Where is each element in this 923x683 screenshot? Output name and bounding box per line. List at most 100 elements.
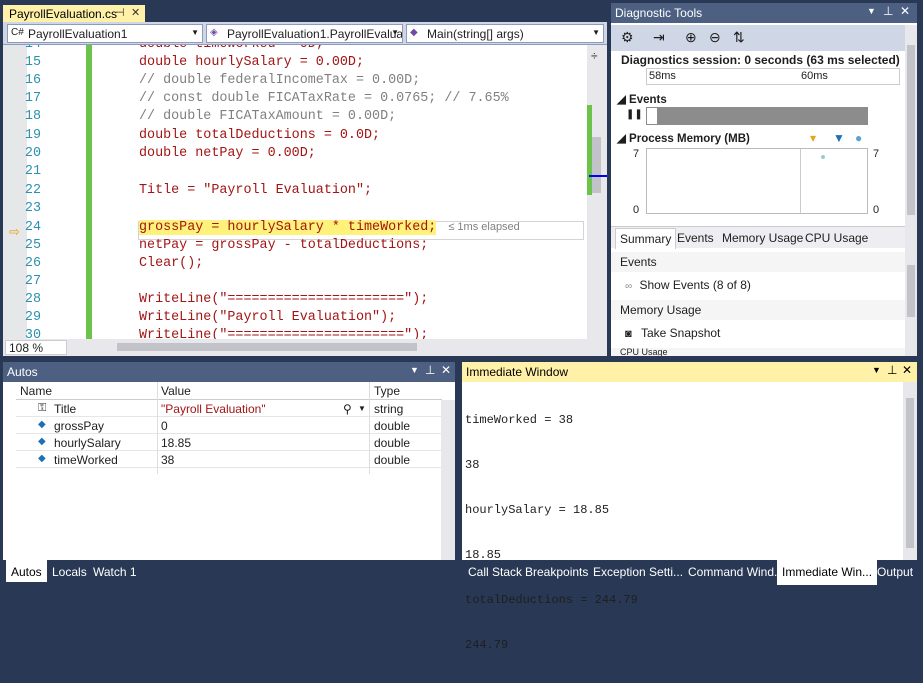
- tab-breakpoints[interactable]: Breakpoints: [520, 563, 593, 581]
- scroll-thumb[interactable]: [592, 137, 601, 193]
- autos-row[interactable]: ◆ grossPay 0 double: [16, 417, 442, 434]
- gc-marker-icon: ▼: [833, 131, 845, 145]
- code-text: // double federalIncomeTax = 0.00D;: [139, 73, 421, 88]
- mem-axis-max-left: 7: [633, 148, 640, 160]
- immediate-scrollbar[interactable]: [903, 382, 917, 560]
- tab-output[interactable]: Output: [872, 563, 918, 581]
- immediate-window-panel: Immediate Window ▼ ⊥ ✕ timeWorked = 38 3…: [462, 362, 917, 652]
- dropdown-arrow-icon[interactable]: ▼: [410, 365, 419, 375]
- zoom-out-icon[interactable]: ⊖: [709, 29, 721, 46]
- zoom-in-icon[interactable]: ⊕: [685, 29, 697, 46]
- var-name: timeWorked: [54, 453, 118, 467]
- events-timeline[interactable]: [646, 107, 868, 125]
- code-line: 30 WriteLine("======================");: [3, 327, 583, 339]
- reset-zoom-icon[interactable]: ⇅: [733, 29, 745, 46]
- autos-row[interactable]: ◆ timeWorked 38 double: [16, 451, 442, 468]
- gear-icon[interactable]: ⚙: [621, 29, 634, 46]
- search-icon[interactable]: ⚲: [343, 402, 352, 416]
- code-area[interactable]: 14double timeWorked = 0D; 15double hourl…: [3, 45, 607, 339]
- close-icon[interactable]: ✕: [900, 4, 910, 18]
- process-memory-header[interactable]: ◢ Process Memory (MB): [617, 131, 750, 145]
- timeline-ruler[interactable]: 58ms 60ms: [646, 68, 900, 85]
- col-name-header[interactable]: Name: [20, 384, 52, 398]
- process-memory-chart[interactable]: [646, 148, 868, 214]
- autos-row[interactable]: ◆ hourlySalary 18.85 double: [16, 434, 442, 451]
- events-header[interactable]: ◢ Events: [617, 92, 667, 106]
- column-divider[interactable]: [157, 382, 158, 474]
- tab-locals[interactable]: Locals: [47, 563, 92, 581]
- code-text: grossPay = hourlySalary * timeWorked; ≤ 1…: [139, 220, 520, 235]
- col-value-header[interactable]: Value: [161, 384, 191, 398]
- scroll-thumb-lower[interactable]: [907, 265, 915, 317]
- class-dropdown[interactable]: ◈ PayrollEvaluation1.PayrollEvaluati ▼: [206, 24, 403, 43]
- editor-horizontal-scrollbar[interactable]: [3, 339, 607, 356]
- project-dropdown[interactable]: C# PayrollEvaluation1 ▼: [7, 24, 203, 43]
- code-line: 26 Clear();: [24, 256, 204, 271]
- tab-events[interactable]: Events: [677, 231, 714, 245]
- export-icon[interactable]: ⇥: [653, 29, 665, 46]
- snapshot-marker-icon: ▾: [810, 131, 817, 145]
- var-type: double: [374, 436, 411, 450]
- tab-memory-usage[interactable]: Memory Usage: [722, 231, 803, 245]
- chevron-down-icon[interactable]: ▼: [358, 404, 366, 413]
- chevron-down-icon: ▼: [391, 28, 399, 37]
- close-icon[interactable]: ✕: [131, 6, 140, 19]
- diagnostic-tools-panel: Diagnostic Tools ▼ ⊥ ✕ ⚙ ⇥ ⊕ ⊖ ⇅ Diagnos…: [611, 3, 917, 356]
- zoom-combo[interactable]: 108 %: [5, 340, 67, 355]
- autos-title: Autos: [7, 365, 38, 379]
- close-icon[interactable]: ✕: [441, 363, 451, 377]
- navigation-bar: C# PayrollEvaluation1 ▼ ◈ PayrollEvaluat…: [3, 22, 607, 45]
- pin-icon[interactable]: ⊥: [883, 4, 893, 18]
- tab-autos[interactable]: Autos: [6, 560, 47, 582]
- var-name: hourlySalary: [54, 436, 121, 450]
- immediate-line: totalDeductions = 244.79: [465, 593, 638, 607]
- code-text: // const double FICATaxRate = 0.0765; //…: [139, 91, 509, 106]
- perf-tip[interactable]: ≤ 1ms elapsed: [448, 221, 519, 233]
- tab-call-stack[interactable]: Call Stack: [463, 563, 527, 581]
- mem-axis-max-right: 7: [873, 148, 880, 160]
- document-tab-payroll[interactable]: PayrollEvaluation.cs ⊣ ✕: [3, 5, 145, 22]
- diagnostic-title: Diagnostic Tools: [615, 6, 703, 20]
- show-events-link[interactable]: ∞ Show Events (8 of 8): [625, 278, 751, 292]
- hscroll-thumb[interactable]: [117, 343, 417, 351]
- code-text: WriteLine("======================");: [139, 292, 429, 307]
- collapse-arrow-icon: ◢: [617, 94, 630, 106]
- field-icon: ◆: [38, 436, 46, 447]
- pin-icon[interactable]: ⊥: [425, 363, 435, 377]
- code-line: 22 Title = "Payroll Evaluation";: [24, 183, 373, 198]
- member-dropdown-label: Main(string[] args): [427, 27, 524, 41]
- tab-command-window[interactable]: Command Wind...: [683, 563, 789, 581]
- tab-cpu-usage[interactable]: CPU Usage: [805, 231, 868, 245]
- tab-summary[interactable]: Summary: [615, 228, 677, 249]
- autos-scrollbar[interactable]: [441, 400, 455, 560]
- column-divider[interactable]: [369, 382, 370, 474]
- split-handle-icon[interactable]: ÷: [591, 49, 598, 63]
- diagnostic-scrollbar[interactable]: [905, 25, 917, 356]
- selection-line: [800, 149, 801, 213]
- immediate-output[interactable]: timeWorked = 38 38 hourlySalary = 18.85 …: [465, 383, 638, 683]
- tab-watch-1[interactable]: Watch 1: [88, 563, 142, 581]
- scroll-thumb[interactable]: [907, 45, 915, 215]
- code-editor-panel: PayrollEvaluation.cs ⊣ ✕ C# PayrollEvalu…: [3, 3, 607, 356]
- autos-row[interactable]: ⚿ Title "Payroll Evaluation" ⚲ ▼ string: [16, 400, 442, 417]
- dropdown-arrow-icon[interactable]: ▼: [872, 365, 881, 375]
- take-snapshot-label: Take Snapshot: [641, 326, 721, 340]
- immediate-line: timeWorked = 38: [465, 413, 574, 427]
- var-value: 0: [161, 419, 168, 433]
- pin-icon[interactable]: ⊥: [887, 363, 897, 377]
- code-line: 25 netPay = grossPay - totalDeductions;: [24, 238, 429, 253]
- scroll-thumb[interactable]: [906, 398, 914, 548]
- mem-axis-min-left: 0: [633, 204, 640, 216]
- member-dropdown[interactable]: ◆ Main(string[] args) ▼: [406, 24, 604, 43]
- close-icon[interactable]: ✕: [902, 363, 912, 377]
- tab-immediate-window[interactable]: Immediate Win...: [777, 560, 878, 585]
- pause-icon[interactable]: ❚❚: [626, 109, 643, 120]
- tab-exception-settings[interactable]: Exception Setti...: [588, 563, 688, 581]
- col-type-header[interactable]: Type: [374, 384, 400, 398]
- dropdown-arrow-icon[interactable]: ▼: [867, 6, 876, 16]
- code-text: WriteLine("Payroll Evaluation");: [139, 310, 397, 325]
- property-icon: ⚿: [38, 402, 47, 414]
- editor-vertical-scrollbar[interactable]: ÷: [587, 45, 607, 339]
- pin-icon[interactable]: ⊣: [115, 6, 125, 19]
- take-snapshot-button[interactable]: ◙ Take Snapshot: [625, 326, 720, 340]
